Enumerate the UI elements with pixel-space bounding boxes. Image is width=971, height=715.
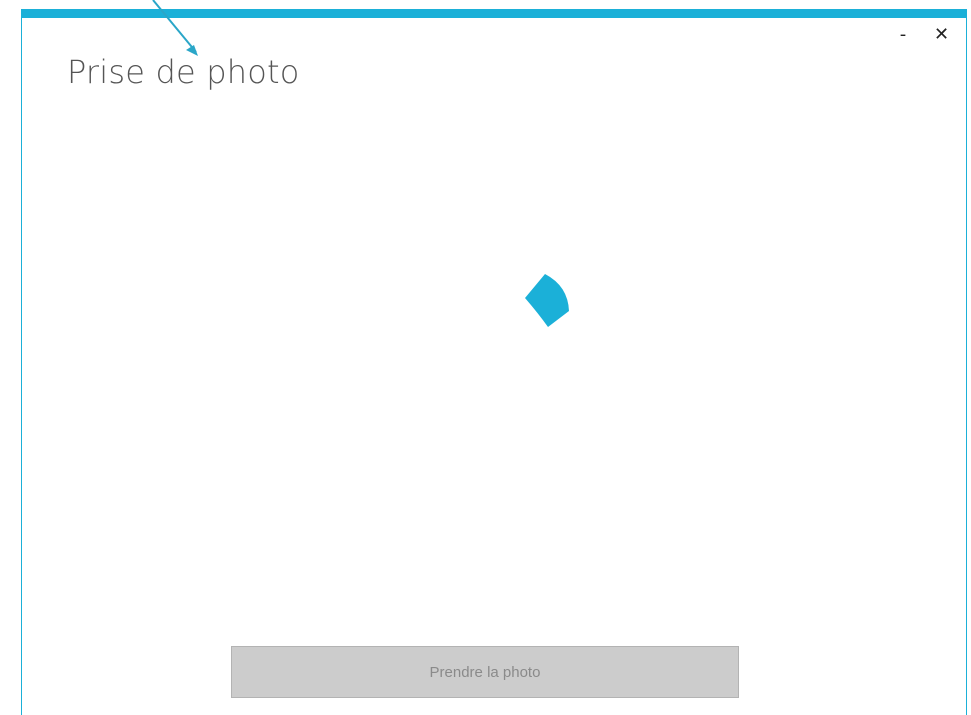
photo-capture-window: Prise de photo - ✕ Prendre la photo [21, 9, 967, 715]
close-button[interactable]: ✕ [934, 25, 949, 45]
window-controls: - ✕ [896, 25, 949, 45]
page: Prise de photo - ✕ Prendre la photo [0, 0, 971, 715]
take-photo-button[interactable]: Prendre la photo [231, 646, 739, 698]
window-accent-bar [22, 9, 966, 18]
spinner-icon [525, 274, 569, 327]
window-title: Prise de photo [67, 53, 300, 91]
minimize-button[interactable]: - [896, 25, 910, 45]
